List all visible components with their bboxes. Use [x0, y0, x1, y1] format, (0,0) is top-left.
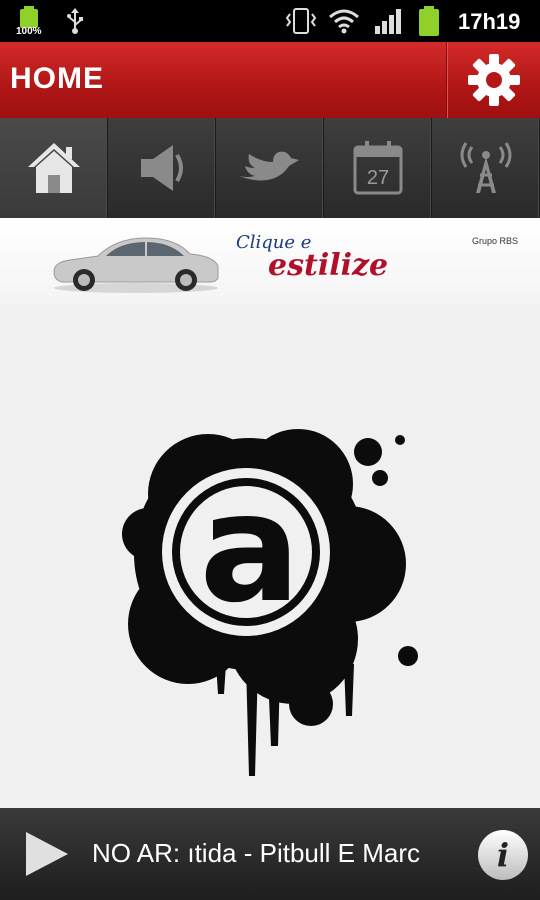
usb-icon [67, 8, 83, 34]
calendar-icon: 27 [353, 141, 402, 195]
home-icon [27, 143, 80, 193]
play-icon[interactable] [22, 830, 70, 878]
car-image [53, 237, 219, 293]
ad-banner[interactable]: Clique e estilize Grupo RBS [0, 218, 540, 304]
tab-audio[interactable] [108, 118, 216, 218]
gear-icon [468, 54, 520, 106]
app-header: HOME [0, 42, 540, 118]
player-bar: NO AR: ıtida - Pitbull E Marc i [0, 808, 540, 900]
settings-button[interactable] [446, 42, 540, 118]
signal-icon [375, 9, 401, 34]
battery-icon [419, 6, 439, 36]
tab-schedule[interactable]: 27 [324, 118, 432, 218]
main-content: a [0, 304, 540, 808]
battery-icon [20, 6, 38, 28]
battery-percent: 100% [16, 26, 42, 37]
tab-bar: 27 [0, 118, 540, 218]
status-bar: 100% 17h19 [0, 0, 540, 42]
logo-letter: a [199, 462, 300, 636]
page-title: HOME [10, 62, 104, 95]
clock: 17h19 [458, 9, 521, 34]
calendar-day: 27 [366, 167, 388, 189]
speaker-icon [140, 145, 183, 191]
now-playing-text: NO AR: ıtida - Pitbull E Marc [92, 838, 420, 868]
banner-brand: Grupo RBS [472, 236, 519, 246]
antenna-icon [460, 142, 511, 193]
wifi-icon [329, 9, 359, 34]
station-logo: a [122, 429, 418, 776]
tab-live[interactable] [432, 118, 540, 218]
tab-home[interactable] [0, 118, 108, 218]
info-button[interactable]: i [478, 830, 528, 880]
banner-slogan-main: estilize [268, 248, 389, 283]
bird-icon [238, 151, 299, 181]
tab-twitter[interactable] [216, 118, 324, 218]
vibrate-icon [285, 8, 317, 34]
